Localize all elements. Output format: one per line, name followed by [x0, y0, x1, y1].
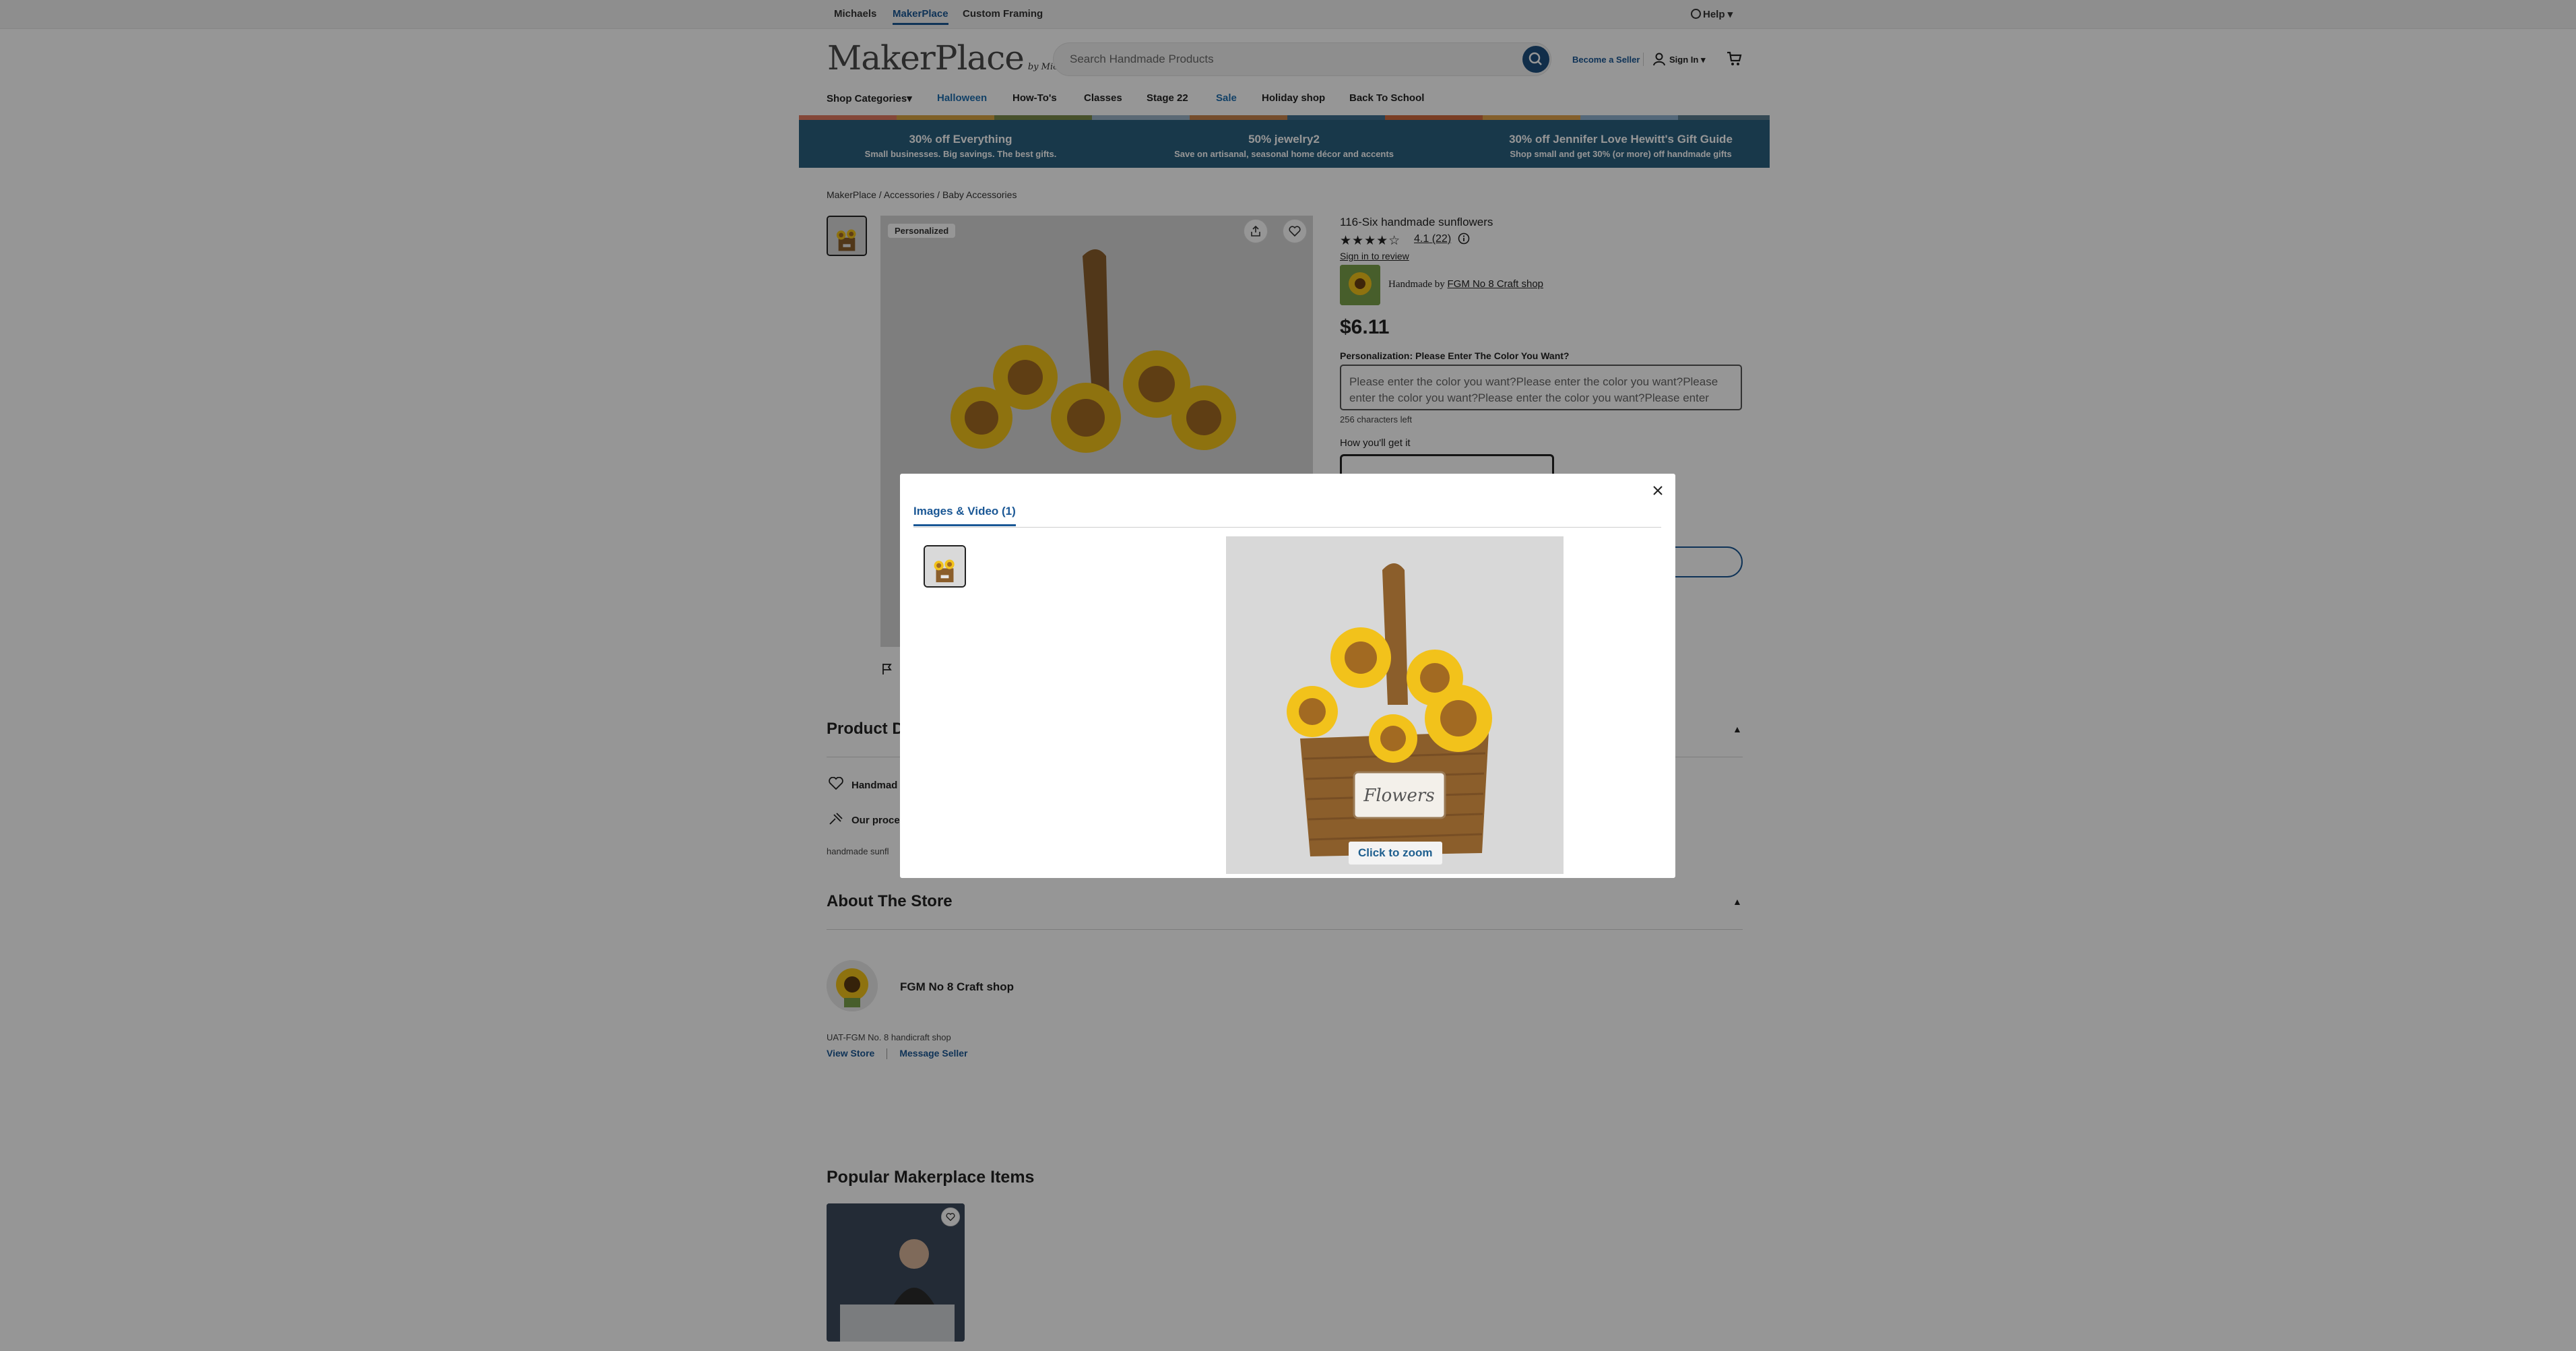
basket-label: Flowers — [1363, 786, 1434, 806]
sunflower-basket-photo: Flowers — [1226, 536, 1564, 874]
sunflower-basket-thumbnail — [925, 546, 965, 586]
modal-thumbnail[interactable] — [924, 545, 966, 588]
click-to-zoom-button[interactable]: Click to zoom — [1349, 842, 1442, 865]
modal-main-image[interactable]: Flowers — [1226, 536, 1564, 874]
close-button[interactable] — [1648, 480, 1668, 501]
close-icon — [1653, 486, 1663, 495]
tab-images-video[interactable]: Images & Video (1) — [913, 505, 1016, 526]
tab-divider — [913, 527, 1661, 528]
